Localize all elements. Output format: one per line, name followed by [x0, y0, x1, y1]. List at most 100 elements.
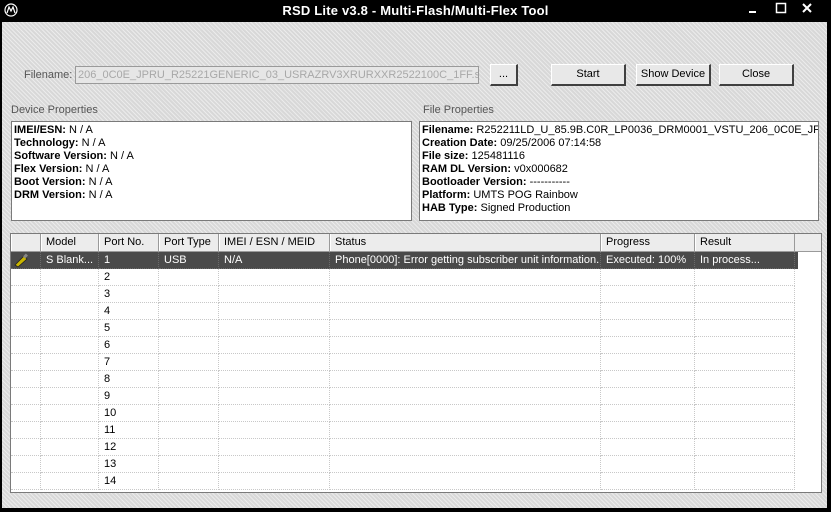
model-cell: S Blank... — [41, 252, 99, 269]
table-row[interactable]: 2 — [11, 269, 798, 286]
close-button[interactable]: Close — [719, 64, 794, 86]
port-type-cell — [159, 371, 219, 388]
result-cell — [695, 286, 795, 303]
table-row[interactable]: 3 — [11, 286, 798, 303]
model-cell — [41, 388, 99, 405]
port-type-cell — [159, 405, 219, 422]
model-cell — [41, 422, 99, 439]
status-cell — [330, 456, 601, 473]
prop-value: Signed Production — [480, 202, 571, 214]
prop-value: R252211LD_U_85.9B.C0R_LP0036_DRM0001_VST… — [476, 124, 819, 136]
table-row[interactable]: 14 — [11, 473, 798, 490]
title-bar[interactable]: RSD Lite v3.8 - Multi-Flash/Multi-Flex T… — [0, 0, 831, 22]
app-window: RSD Lite v3.8 - Multi-Flash/Multi-Flex T… — [0, 0, 831, 512]
column-header-status[interactable]: Status — [330, 234, 601, 251]
progress-cell: Executed: 100% — [601, 252, 695, 269]
file-properties-title: File Properties — [423, 104, 494, 116]
device-prop-row: Technology: N / A — [14, 137, 409, 150]
device-icon-cell — [11, 269, 41, 286]
file-prop-row: Bootloader Version: ----------- — [422, 176, 816, 189]
column-header-port-no[interactable]: Port No. — [99, 234, 159, 251]
result-cell — [695, 354, 795, 371]
device-properties-box: IMEI/ESN: N / A Technology: N / A Softwa… — [11, 121, 412, 221]
table-row[interactable]: 13 — [11, 456, 798, 473]
table-row[interactable]: 6 — [11, 337, 798, 354]
table-header: Model Port No. Port Type IMEI / ESN / ME… — [11, 234, 821, 252]
port-type-cell — [159, 422, 219, 439]
result-cell — [695, 405, 795, 422]
browse-button[interactable]: ... — [490, 64, 518, 86]
status-cell — [330, 405, 601, 422]
show-device-button[interactable]: Show Device — [636, 64, 711, 86]
column-header-model[interactable]: Model — [41, 234, 99, 251]
port-type-cell — [159, 303, 219, 320]
column-header-port-type[interactable]: Port Type — [159, 234, 219, 251]
device-prop-row: Flex Version: N / A — [14, 163, 409, 176]
result-cell — [695, 337, 795, 354]
prop-key: File size: — [422, 150, 469, 162]
table-row[interactable]: 9 — [11, 388, 798, 405]
filename-field[interactable]: 206_0C0E_JPRU_R25221GENERIC_03_USRAZRV3X… — [75, 66, 479, 84]
status-cell — [330, 320, 601, 337]
progress-cell — [601, 422, 695, 439]
table-row[interactable]: 10 — [11, 405, 798, 422]
table-row[interactable]: 12 — [11, 439, 798, 456]
device-icon-cell — [11, 371, 41, 388]
device-icon-cell — [11, 286, 41, 303]
maximize-button[interactable] — [771, 2, 791, 18]
port-type-cell — [159, 456, 219, 473]
prop-key: Flex Version: — [14, 163, 83, 175]
status-cell — [330, 473, 601, 490]
table-row[interactable]: 5 — [11, 320, 798, 337]
imei-cell — [219, 286, 330, 303]
file-properties-box: Filename: R252211LD_U_85.9B.C0R_LP0036_D… — [419, 121, 819, 221]
prop-value: N / A — [109, 150, 134, 162]
table-row[interactable]: 11 — [11, 422, 798, 439]
device-icon-cell — [11, 303, 41, 320]
status-cell — [330, 269, 601, 286]
device-icon-cell — [11, 405, 41, 422]
port-cell: 2 — [99, 269, 159, 286]
column-header-imei[interactable]: IMEI / ESN / MEID — [219, 234, 330, 251]
prop-key: Bootloader Version: — [422, 176, 527, 188]
prop-key: IMEI/ESN: — [14, 124, 66, 136]
port-type-cell — [159, 439, 219, 456]
table-row[interactable]: S Blank... 1 USB N/A Phone[0000]: Error gett… — [11, 252, 798, 269]
file-prop-row: Filename: R252211LD_U_85.9B.C0R_LP0036_D… — [422, 124, 819, 137]
progress-cell — [601, 303, 695, 320]
start-button[interactable]: Start — [551, 64, 626, 86]
column-header-result[interactable]: Result — [695, 234, 795, 251]
status-cell: Phone[0000]: Error getting subscriber un… — [330, 252, 601, 269]
table-row[interactable]: 7 — [11, 354, 798, 371]
minimize-button[interactable] — [743, 2, 763, 18]
result-cell — [695, 303, 795, 320]
table-row[interactable]: 8 — [11, 371, 798, 388]
column-header-icon[interactable] — [11, 234, 41, 251]
imei-cell — [219, 388, 330, 405]
port-type-cell — [159, 320, 219, 337]
model-cell — [41, 286, 99, 303]
result-cell — [695, 269, 795, 286]
prop-key: RAM DL Version: — [422, 163, 512, 175]
status-cell — [330, 388, 601, 405]
close-window-button[interactable] — [797, 2, 817, 18]
device-list-table[interactable]: Model Port No. Port Type IMEI / ESN / ME… — [10, 233, 822, 493]
progress-cell — [601, 286, 695, 303]
device-prop-row: Software Version: N / A — [14, 150, 409, 163]
prop-key: Technology: — [14, 137, 79, 149]
status-cell — [330, 422, 601, 439]
imei-cell — [219, 354, 330, 371]
port-cell: 6 — [99, 337, 159, 354]
prop-key: Creation Date: — [422, 137, 498, 149]
table-row[interactable]: 4 — [11, 303, 798, 320]
port-type-cell: USB — [159, 252, 219, 269]
device-prop-row: Boot Version: N / A — [14, 176, 409, 189]
file-prop-row: HAB Type: Signed Production — [422, 202, 816, 215]
column-header-progress[interactable]: Progress — [601, 234, 695, 251]
port-type-cell — [159, 388, 219, 405]
file-prop-row: Creation Date: 09/25/2006 07:14:58 — [422, 137, 816, 150]
imei-cell — [219, 473, 330, 490]
model-cell — [41, 354, 99, 371]
progress-cell — [601, 405, 695, 422]
imei-cell: N/A — [219, 252, 330, 269]
